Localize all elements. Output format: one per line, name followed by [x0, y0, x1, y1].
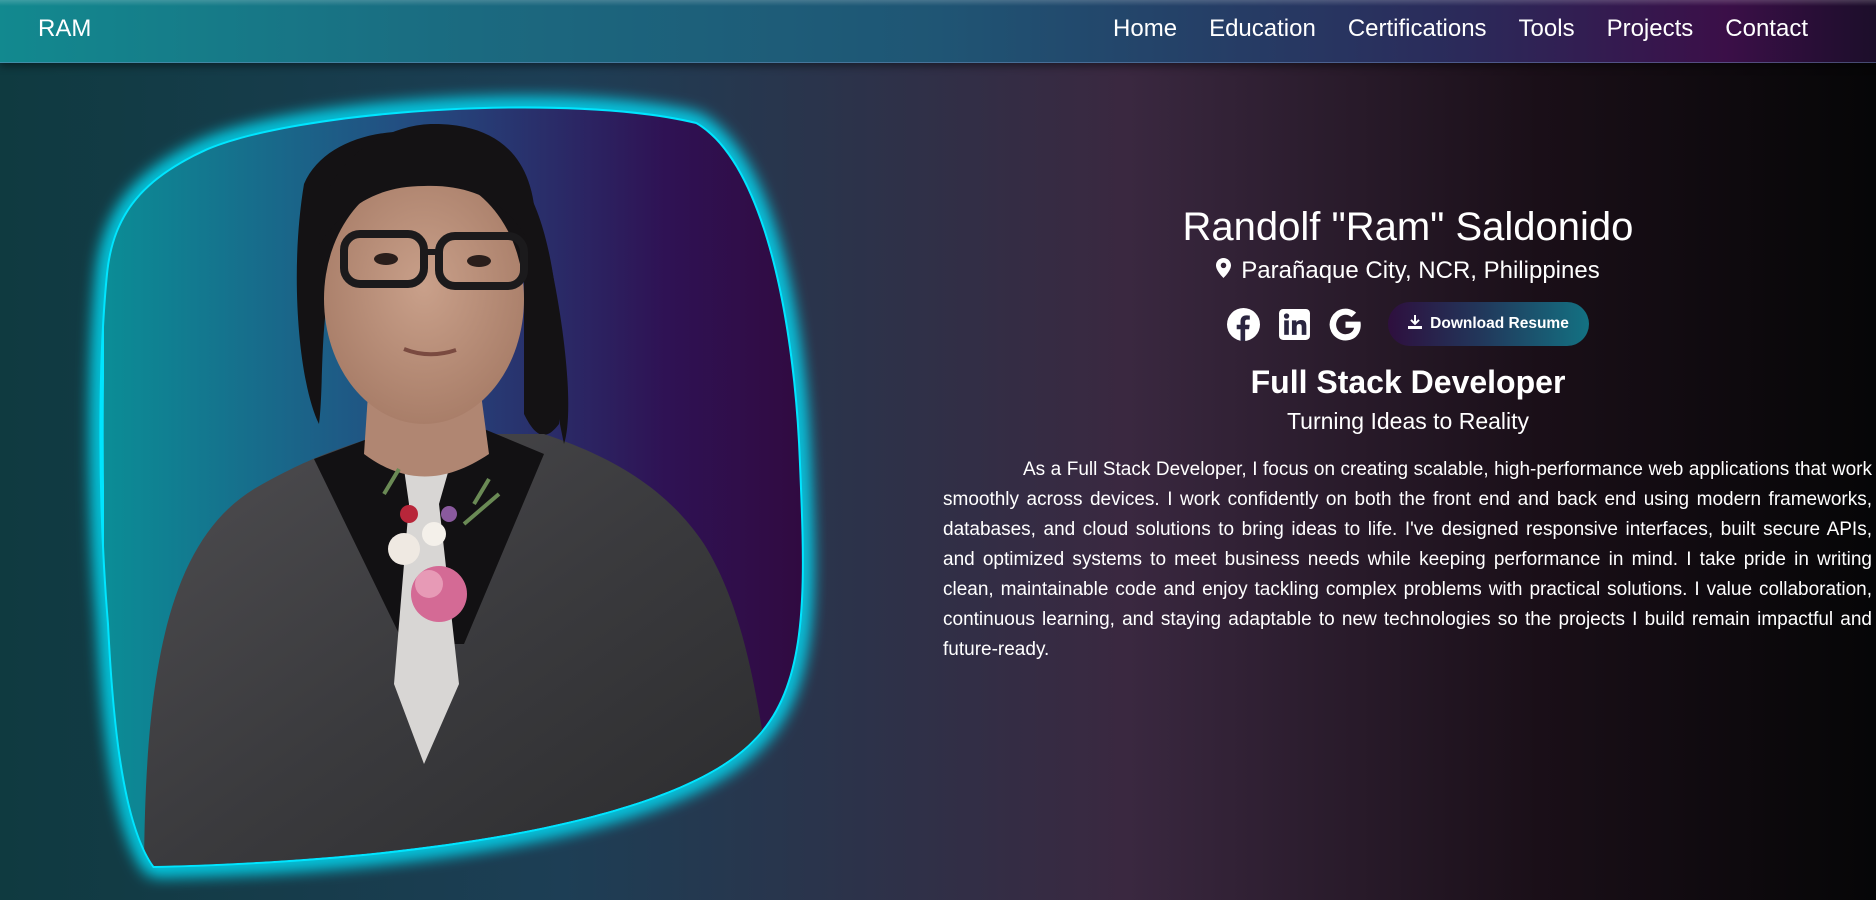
- location-row: Parañaque City, NCR, Philippines: [943, 256, 1873, 286]
- download-icon: [1408, 314, 1423, 334]
- top-navbar: RAM Home Education Certifications Tools …: [0, 0, 1876, 63]
- job-title: Full Stack Developer: [1250, 364, 1566, 400]
- nav-link-home[interactable]: Home: [1113, 15, 1177, 42]
- facebook-icon[interactable]: [1227, 307, 1261, 341]
- linkedin-icon[interactable]: [1278, 308, 1311, 341]
- nav-link-projects[interactable]: Projects: [1607, 15, 1694, 42]
- brand-logo[interactable]: RAM: [38, 15, 91, 43]
- profile-portrait: [95, 102, 808, 873]
- nav-link-education[interactable]: Education: [1209, 15, 1316, 42]
- location-text: Parañaque City, NCR, Philippines: [1241, 257, 1600, 284]
- download-resume-label: Download Resume: [1430, 315, 1569, 332]
- google-icon[interactable]: [1329, 308, 1362, 341]
- profile-photo: [95, 102, 808, 873]
- profile-name: Randolf "Ram" Saldonido: [1182, 205, 1634, 249]
- tagline: Turning Ideas to Reality: [1286, 408, 1530, 434]
- map-pin-icon: [1216, 256, 1232, 286]
- nav-link-contact[interactable]: Contact: [1725, 15, 1808, 42]
- hero-section: Randolf "Ram" Saldonido Parañaque City, …: [943, 200, 1873, 436]
- download-resume-button[interactable]: Download Resume: [1388, 302, 1589, 346]
- social-links: Download Resume: [943, 302, 1873, 346]
- nav-link-certifications[interactable]: Certifications: [1348, 15, 1487, 42]
- bio-paragraph: As a Full Stack Developer, I focus on cr…: [943, 459, 1872, 660]
- nav-links: Home Education Certifications Tools Proj…: [1113, 15, 1808, 43]
- nav-link-tools[interactable]: Tools: [1519, 15, 1575, 42]
